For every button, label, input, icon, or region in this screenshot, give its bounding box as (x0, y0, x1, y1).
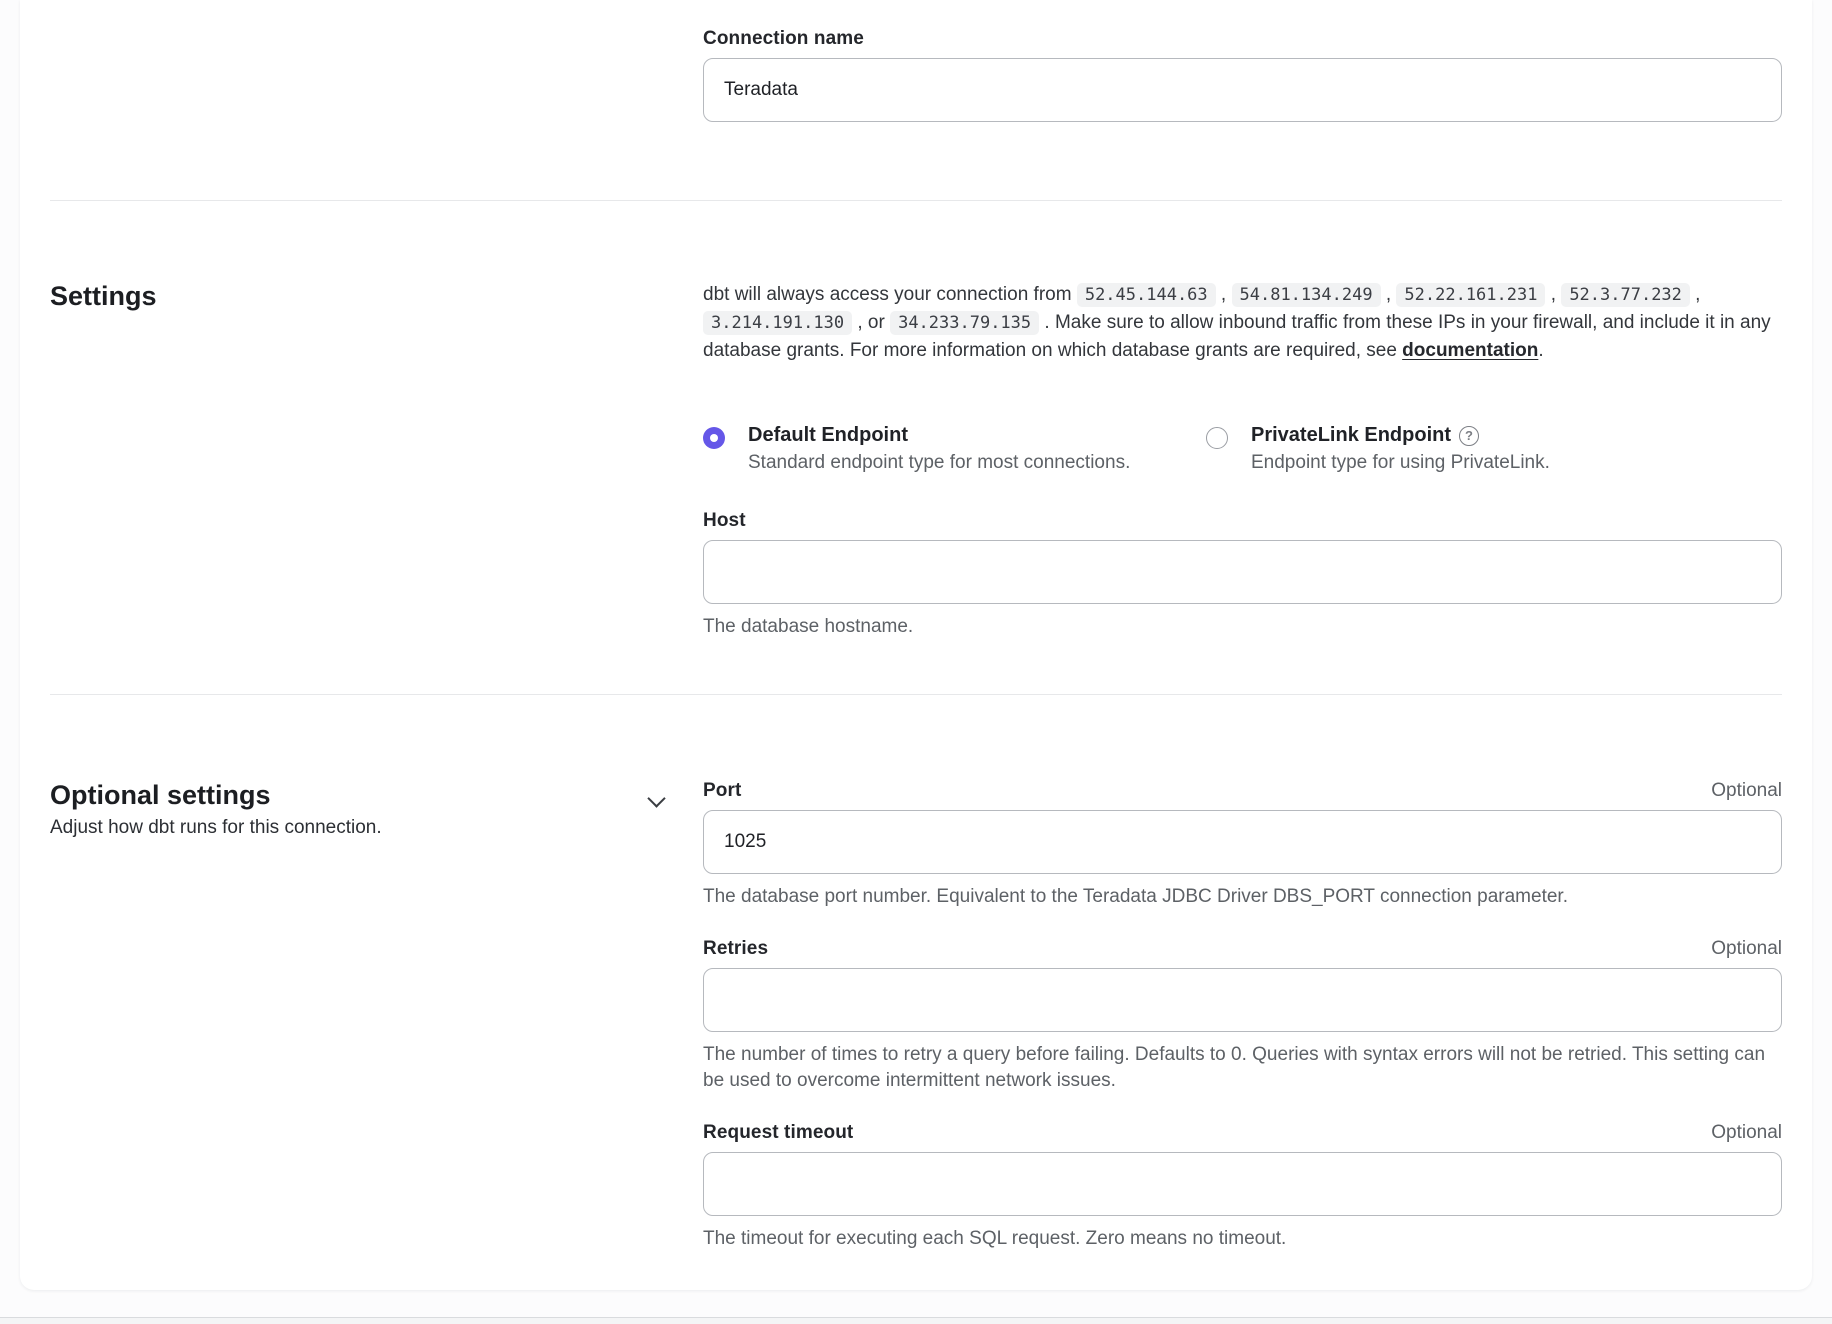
settings-section: Settings dbt will always access your con… (50, 281, 1782, 640)
ip-address-chip: 52.22.161.231 (1396, 283, 1545, 307)
request-timeout-helper-text: The timeout for executing each SQL reque… (703, 1226, 1782, 1252)
port-helper-text: The database port number. Equivalent to … (703, 884, 1782, 910)
port-field: Port Optional The database port number. … (703, 780, 1782, 910)
ip-access-paragraph: dbt will always access your connection f… (703, 281, 1782, 364)
retries-label: Retries (703, 938, 768, 960)
host-field: Host The database hostname. (703, 510, 1782, 640)
endpoint-option-privatelink[interactable]: PrivateLink Endpoint ? Endpoint type for… (1206, 424, 1550, 474)
request-timeout-label: Request timeout (703, 1122, 853, 1144)
endpoint-option-label: Default Endpoint (748, 424, 1130, 447)
intro-text: dbt will always access your connection f… (703, 284, 1077, 305)
intro-text: , (1545, 284, 1561, 305)
intro-text: , (1690, 284, 1701, 305)
section-divider (50, 200, 1782, 201)
ip-address-chip: 34.233.79.135 (890, 311, 1039, 335)
optional-settings-heading: Optional settings (50, 780, 655, 811)
radio-selected-icon[interactable] (703, 427, 725, 449)
retries-field: Retries Optional The number of times to … (703, 938, 1782, 1094)
optional-badge: Optional (1711, 938, 1782, 960)
endpoint-option-description: Standard endpoint type for most connecti… (748, 452, 1130, 474)
intro-text: , or (852, 312, 890, 333)
section-divider (50, 694, 1782, 695)
endpoint-option-description: Endpoint type for using PrivateLink. (1251, 452, 1550, 474)
retries-helper-text: The number of times to retry a query bef… (703, 1042, 1782, 1094)
request-timeout-field: Request timeout Optional The timeout for… (703, 1122, 1782, 1252)
optional-settings-subtitle: Adjust how dbt runs for this connection. (50, 817, 655, 839)
ip-address-chip: 52.3.77.232 (1561, 283, 1690, 307)
endpoint-option-label: PrivateLink Endpoint (1251, 424, 1451, 447)
ip-address-chip: 3.214.191.130 (703, 311, 852, 335)
host-input[interactable] (703, 540, 1782, 604)
connection-name-label: Connection name (703, 28, 1782, 50)
connection-name-section: Connection name (50, 28, 1782, 122)
endpoint-radio-group: Default Endpoint Standard endpoint type … (703, 424, 1782, 474)
intro-text: . (1538, 340, 1543, 361)
optional-badge: Optional (1711, 780, 1782, 802)
radio-unselected-icon[interactable] (1206, 427, 1228, 449)
help-icon[interactable]: ? (1459, 426, 1479, 446)
intro-text: , (1216, 284, 1232, 305)
connection-settings-card: Connection name Settings dbt will always… (20, 0, 1812, 1290)
host-label: Host (703, 510, 1782, 532)
retries-input[interactable] (703, 968, 1782, 1032)
port-input[interactable] (703, 810, 1782, 874)
bottom-bar-edge (0, 1317, 1832, 1324)
documentation-link[interactable]: documentation (1402, 340, 1538, 361)
endpoint-option-default[interactable]: Default Endpoint Standard endpoint type … (703, 424, 1206, 474)
ip-address-chip: 52.45.144.63 (1077, 283, 1216, 307)
settings-heading: Settings (50, 281, 703, 312)
request-timeout-input[interactable] (703, 1152, 1782, 1216)
optional-settings-section: Optional settings Adjust how dbt runs fo… (50, 780, 1782, 1280)
connection-name-input[interactable] (703, 58, 1782, 122)
intro-text: , (1381, 284, 1397, 305)
ip-address-chip: 54.81.134.249 (1232, 283, 1381, 307)
port-label: Port (703, 780, 741, 802)
host-helper-text: The database hostname. (703, 614, 1782, 640)
optional-badge: Optional (1711, 1122, 1782, 1144)
